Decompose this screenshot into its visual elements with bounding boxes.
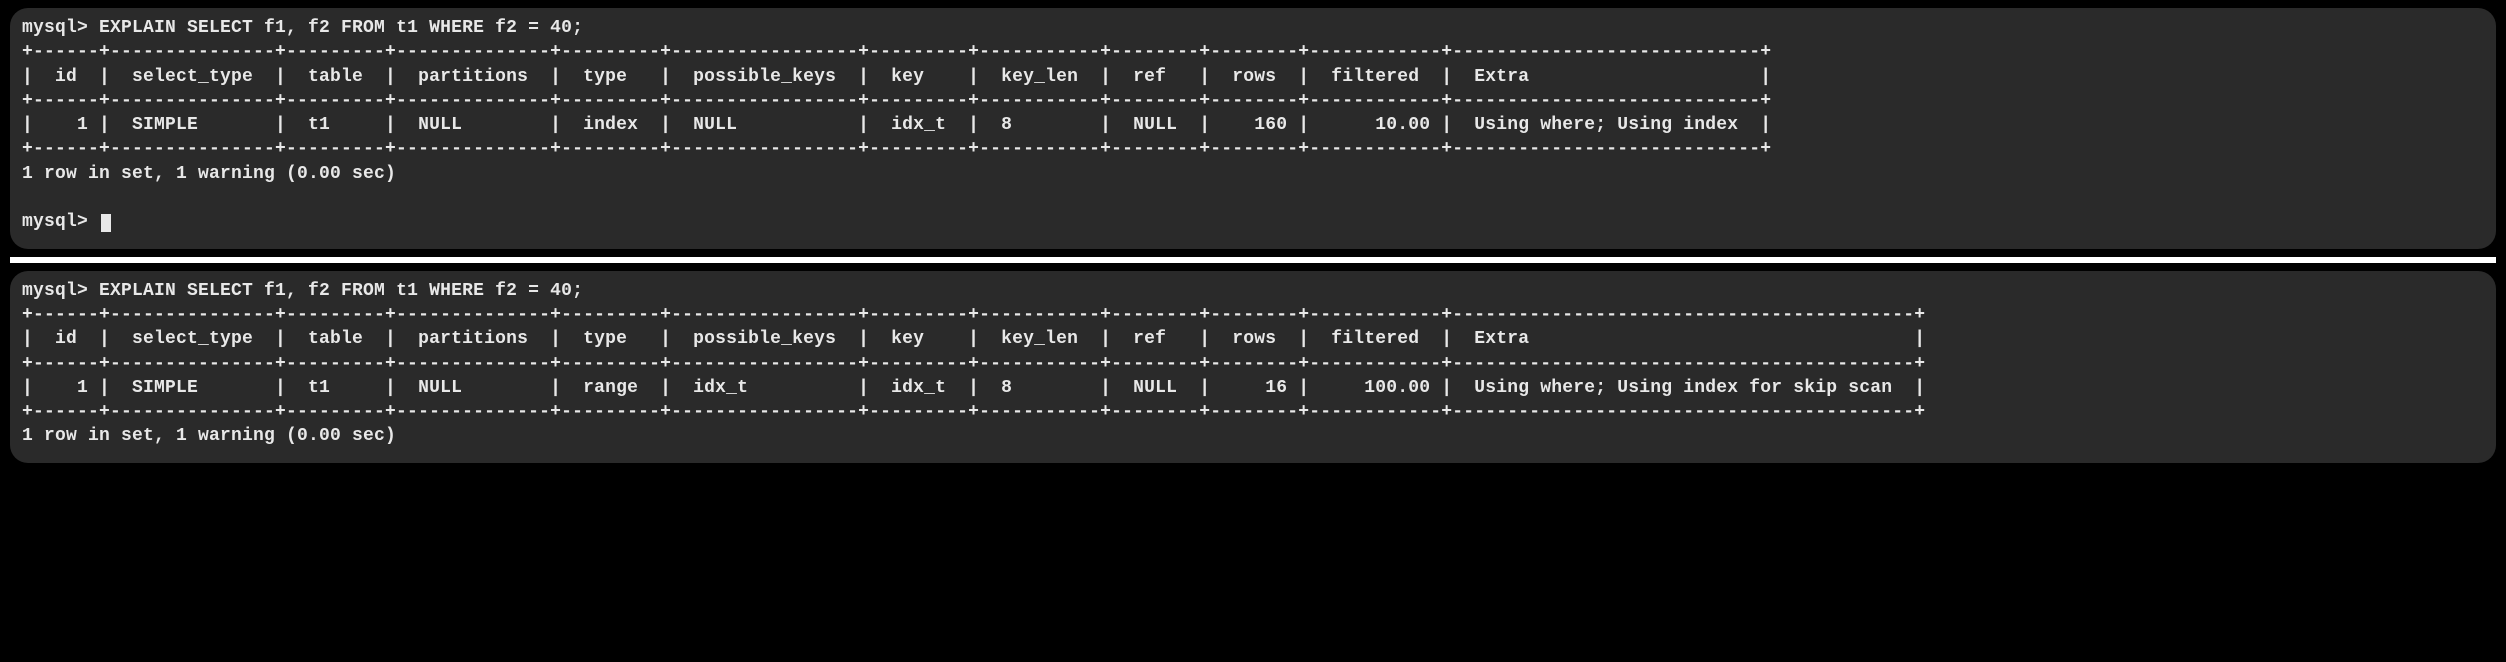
status-line: 1 row in set, 1 warning (0.00 sec) xyxy=(22,424,2484,448)
table-row: | 1 | SIMPLE | t1 | NULL | index | NULL … xyxy=(22,113,2484,137)
terminal-panel-0[interactable]: mysql> EXPLAIN SELECT f1, f2 FROM t1 WHE… xyxy=(10,8,2496,249)
query-line: mysql> EXPLAIN SELECT f1, f2 FROM t1 WHE… xyxy=(22,16,2484,40)
table-border: +------+---------------+---------+------… xyxy=(22,89,2484,113)
query-text: EXPLAIN SELECT f1, f2 FROM t1 WHERE f2 =… xyxy=(88,18,583,38)
query-line: mysql> EXPLAIN SELECT f1, f2 FROM t1 WHE… xyxy=(22,279,2484,303)
table-row: | 1 | SIMPLE | t1 | NULL | range | idx_t… xyxy=(22,376,2484,400)
blank-line xyxy=(22,186,2484,210)
prompt: mysql> xyxy=(22,18,88,38)
table-border: +------+---------------+---------+------… xyxy=(22,303,2484,327)
table-border: +------+---------------+---------+------… xyxy=(22,400,2484,424)
query-text: EXPLAIN SELECT f1, f2 FROM t1 WHERE f2 =… xyxy=(88,281,583,301)
table-border: +------+---------------+---------+------… xyxy=(22,137,2484,161)
table-header-row: | id | select_type | table | partitions … xyxy=(22,65,2484,89)
table-border: +------+---------------+---------+------… xyxy=(22,352,2484,376)
prompt: mysql> xyxy=(22,281,88,301)
prompt: mysql> xyxy=(22,212,99,232)
panel-divider xyxy=(10,257,2496,263)
cursor-icon xyxy=(101,214,111,232)
status-line: 1 row in set, 1 warning (0.00 sec) xyxy=(22,162,2484,186)
terminal-panel-1[interactable]: mysql> EXPLAIN SELECT f1, f2 FROM t1 WHE… xyxy=(10,271,2496,463)
prompt-line[interactable]: mysql> xyxy=(22,210,2484,234)
table-border: +------+---------------+---------+------… xyxy=(22,40,2484,64)
table-header-row: | id | select_type | table | partitions … xyxy=(22,327,2484,351)
